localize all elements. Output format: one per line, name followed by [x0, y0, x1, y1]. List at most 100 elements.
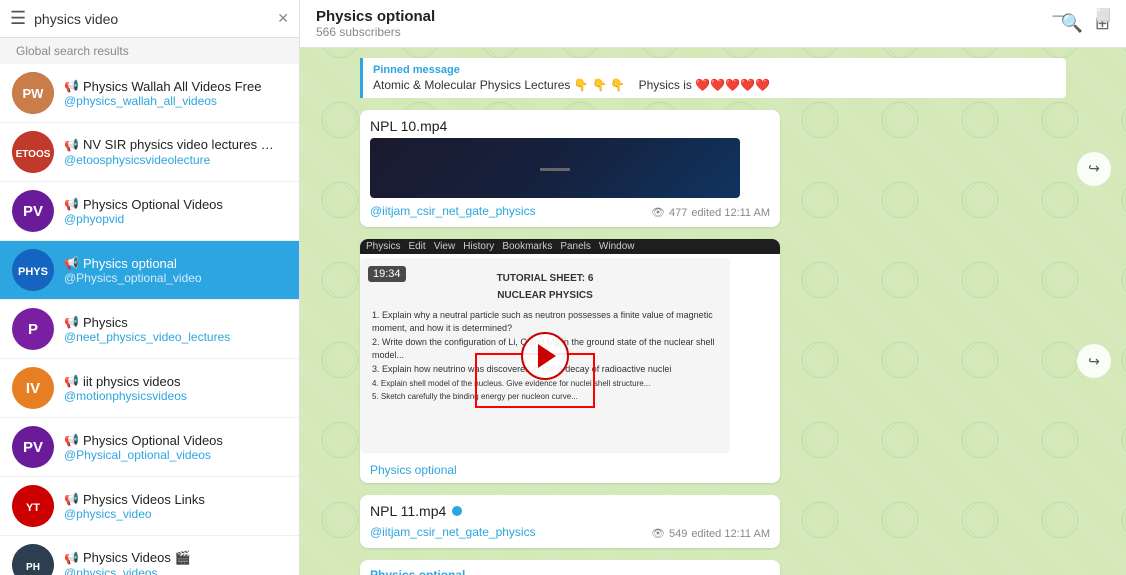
clear-search-icon[interactable]: ✕ — [277, 10, 289, 27]
avatar: PH — [12, 544, 54, 575]
channel-icon: 📢 — [64, 138, 79, 152]
chat-item-physics-videos-links[interactable]: YT 📢 Physics Videos Links @physics_video — [0, 477, 299, 536]
eye-icon: 👁 — [651, 206, 665, 219]
avatar: PW — [12, 72, 54, 114]
video-header-bar: PhysicsEditViewHistoryBookmarksPanelsWin… — [360, 239, 780, 254]
message-video-nuclear: PhysicsEditViewHistoryBookmarksPanelsWin… — [360, 239, 1066, 483]
play-button[interactable] — [521, 332, 569, 380]
chat-name: Physics Videos Links — [83, 492, 205, 507]
video-duration-badge: 19:34 — [368, 266, 406, 282]
chat-title: Physics optional — [316, 8, 1060, 25]
messages-area: Pinned message Atomic & Molecular Physic… — [300, 48, 1126, 575]
chat-item-physics-wallah[interactable]: PW 📢 Physics Wallah All Videos Free @phy… — [0, 64, 299, 123]
chat-username: @physics_wallah_all_videos — [64, 94, 287, 108]
svg-text:PHYS: PHYS — [18, 266, 48, 278]
chat-username: @Physical_optional_videos — [64, 448, 287, 462]
video-player-thumb: 19:34 TUTORIAL SHEET: 6 NUCLEAR PHYSICS … — [360, 258, 730, 453]
msg-filename: NPL 10.mp4 — [370, 118, 770, 134]
chat-name: Physics optional — [83, 256, 177, 271]
message-bubble: Physics optional ↓ 1:44:33 604.1 MB — [360, 560, 780, 575]
message-npl10: NPL 10.mp4 ▬▬▬ @iitjam_csir_net_gate_phy… — [360, 110, 1066, 227]
msg-sender-label: Physics optional — [370, 463, 457, 477]
chat-name: Physics Wallah All Videos Free — [83, 79, 261, 94]
msg-sender: Physics optional — [370, 568, 770, 575]
channel-icon: 📢 — [64, 433, 79, 447]
chat-name: Physics Videos 🎬 — [83, 550, 191, 566]
video-thumbnail-strip: ▬▬▬ — [370, 138, 740, 198]
view-count: 549 — [669, 528, 687, 540]
chat-info: 📢 Physics Videos 🎬 @physics_videos — [64, 550, 287, 575]
chat-info: 📢 iit physics videos @motionphysicsvideo… — [64, 374, 287, 403]
chat-subtitle: 566 subscribers — [316, 25, 1060, 39]
view-count: 477 — [669, 207, 687, 219]
msg-username: @iitjam_csir_net_gate_physics — [370, 525, 536, 539]
chat-item-phyopvid[interactable]: PV 📢 Physics Optional Videos @phyopvid — [0, 182, 299, 241]
chat-item-physics-neet[interactable]: P 📢 Physics @neet_physics_video_lectures — [0, 300, 299, 359]
chat-header: Physics optional 566 subscribers 🔍 ⊞ — [300, 0, 1126, 48]
forward-button[interactable]: ↪ — [1077, 344, 1111, 378]
forward-button[interactable]: ↪ — [1077, 152, 1111, 186]
play-triangle-icon — [538, 344, 556, 368]
chat-username: @phyopvid — [64, 212, 287, 226]
chat-item-physics-videos[interactable]: PH 📢 Physics Videos 🎬 @physics_videos — [0, 536, 299, 575]
msg-username: @iitjam_csir_net_gate_physics — [370, 204, 536, 218]
chat-info: 📢 Physics Optional Videos @Physical_opti… — [64, 433, 287, 462]
message-download: Physics optional ↓ 1:44:33 604.1 MB — [360, 560, 1066, 575]
svg-text:YT: YT — [26, 502, 40, 514]
chat-info: 📢 Physics Videos Links @physics_video — [64, 492, 287, 521]
chat-info: 📢 Physics @neet_physics_video_lectures — [64, 315, 287, 344]
chat-username: @physics_video — [64, 507, 287, 521]
avatar: PV — [12, 190, 54, 232]
channel-icon: 📢 — [64, 197, 79, 211]
chat-username: @Physics_optional_video — [64, 271, 287, 285]
chat-name: Physics Optional Videos — [83, 433, 223, 448]
channel-icon: 📢 — [64, 256, 79, 270]
message-npl11: NPL 11.mp4 @iitjam_csir_net_gate_physics… — [360, 495, 1066, 548]
avatar: IV — [12, 367, 54, 409]
msg-meta: 👁 549 edited 12:11 AM — [651, 527, 770, 540]
global-search-label: Global search results — [0, 38, 299, 64]
chat-header-info: Physics optional 566 subscribers — [316, 8, 1060, 39]
chat-item-physics-optional-2[interactable]: PV 📢 Physics Optional Videos @Physical_o… — [0, 418, 299, 477]
message-bubble: NPL 11.mp4 @iitjam_csir_net_gate_physics… — [360, 495, 780, 548]
channel-icon: 📢 — [64, 551, 79, 565]
chat-item-physics-optional[interactable]: PHYS 📢 Physics optional @Physics_optiona… — [0, 241, 299, 300]
msg-time: edited 12:11 AM — [691, 207, 770, 219]
chat-item-iit-physics[interactable]: IV 📢 iit physics videos @motionphysicsvi… — [0, 359, 299, 418]
msg-time: edited 12:11 AM — [691, 528, 770, 540]
sidebar: ☰ ✕ Global search results PW 📢 Physics W… — [0, 0, 300, 575]
filename-text: NPL 11.mp4 — [370, 503, 446, 519]
avatar: P — [12, 308, 54, 350]
chat-username: @neet_physics_video_lectures — [64, 330, 287, 344]
hamburger-icon[interactable]: ☰ — [10, 8, 26, 29]
avatar: ETOOS — [12, 131, 54, 173]
eye-icon: 👁 — [651, 527, 665, 540]
msg-meta: 👁 477 edited 12:11 AM — [651, 206, 770, 219]
svg-text:PW: PW — [23, 86, 45, 101]
avatar: PHYS — [12, 249, 54, 291]
pinned-text: Atomic & Molecular Physics Lectures 👇 👇 … — [373, 78, 770, 92]
pinned-message-bar[interactable]: Pinned message Atomic & Molecular Physic… — [360, 58, 1066, 98]
chat-username: @motionphysicsvideos — [64, 389, 287, 403]
chat-info: 📢 Physics Wallah All Videos Free @physic… — [64, 79, 287, 108]
svg-text:ETOOS: ETOOS — [16, 149, 51, 160]
channel-icon: 📢 — [64, 374, 79, 388]
channel-icon: 📢 — [64, 315, 79, 329]
minimize-button[interactable]: — — [1036, 0, 1081, 30]
svg-text:PH: PH — [26, 562, 40, 573]
maximize-button[interactable]: ⬜ — [1081, 0, 1126, 30]
chat-item-nv-sir[interactable]: ETOOS 📢 NV SIR physics video lectures 🔴 … — [0, 123, 299, 182]
chat-main: Physics optional 566 subscribers 🔍 ⊞ Pin… — [300, 0, 1126, 575]
chat-username: @etoosphysicsvideolecture — [64, 153, 287, 167]
chat-name: Physics — [83, 315, 128, 330]
notification-dot — [452, 506, 462, 516]
avatar: PV — [12, 426, 54, 468]
pinned-content: Atomic & Molecular Physics Lectures 👇 👇 … — [373, 78, 1056, 92]
chat-info: 📢 NV SIR physics video lectures 🔴 😊 @eto… — [64, 137, 287, 167]
chat-name: NV SIR physics video lectures 🔴 😊 — [83, 137, 287, 153]
chat-info: 📢 Physics Optional Videos @phyopvid — [64, 197, 287, 226]
avatar: YT — [12, 485, 54, 527]
search-input[interactable] — [34, 11, 269, 27]
msg-filename: NPL 11.mp4 — [370, 503, 770, 519]
chat-name: iit physics videos — [83, 374, 181, 389]
